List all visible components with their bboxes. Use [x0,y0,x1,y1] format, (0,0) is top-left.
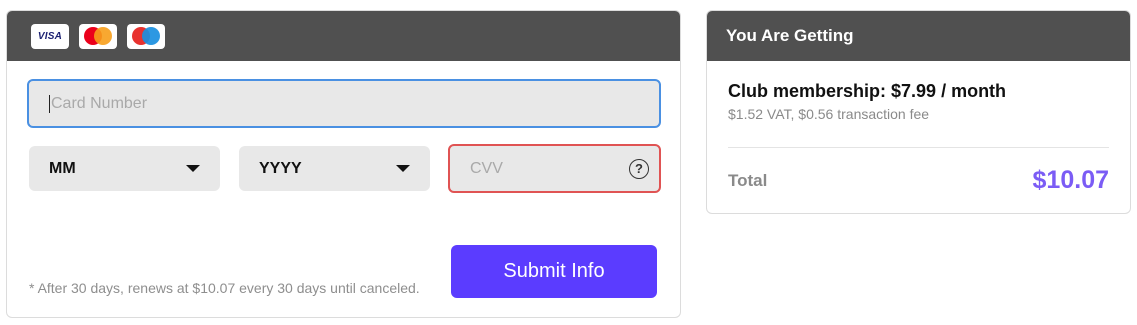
expiry-month-value: MM [49,159,76,177]
card-number-field[interactable] [27,79,661,128]
payment-panel: VISA MM YYYY ? * After 30 days, renews a… [6,10,681,318]
order-summary-panel: You Are Getting Club membership: $7.99 /… [706,10,1131,214]
summary-header: You Are Getting [707,11,1130,61]
visa-icon: VISA [31,23,69,49]
text-caret [49,94,50,113]
expiry-month-select[interactable]: MM [29,146,220,191]
chevron-down-icon [186,165,200,172]
mastercard-icon [79,23,117,49]
item-fees: $1.52 VAT, $0.56 transaction fee [728,106,930,122]
submit-button[interactable]: Submit Info [451,245,657,298]
help-icon[interactable]: ? [629,158,649,179]
maestro-icon [127,23,165,49]
divider [728,147,1109,148]
visa-logo-text: VISA [37,30,63,42]
cvv-input[interactable] [470,159,629,178]
total-value: $10.07 [1032,166,1109,194]
cvv-field[interactable]: ? [448,144,661,193]
chevron-down-icon [396,165,410,172]
renewal-note: * After 30 days, renews at $10.07 every … [29,280,420,296]
card-number-input[interactable] [51,94,659,113]
item-name: Club membership: $7.99 / month [728,81,1007,101]
payment-header: VISA [7,11,680,61]
total-label: Total [728,171,768,190]
expiry-year-value: YYYY [259,159,302,177]
expiry-year-select[interactable]: YYYY [239,146,430,191]
